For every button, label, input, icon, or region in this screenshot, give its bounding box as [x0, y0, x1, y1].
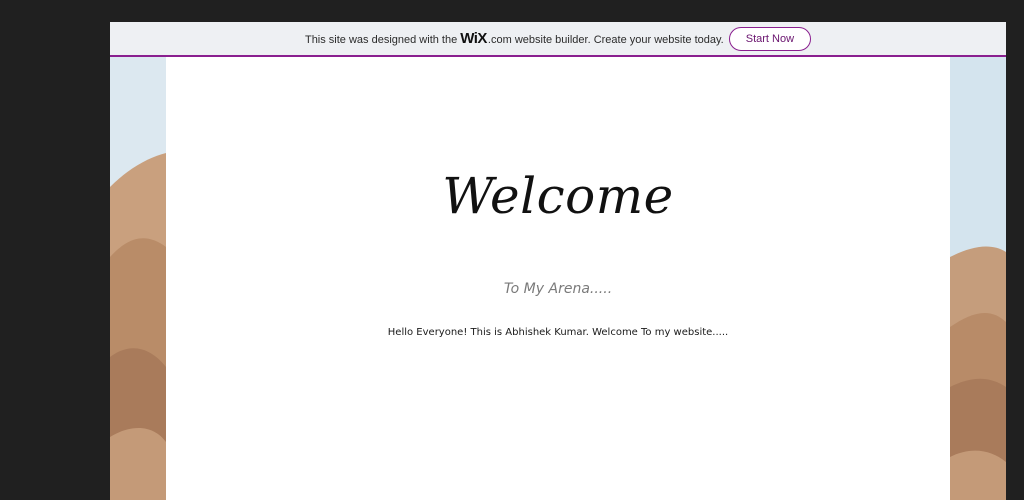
background-right-dunes: [950, 57, 1006, 500]
banner-text-before: This site was designed with the: [304, 34, 458, 46]
dune-image-left: [110, 57, 166, 500]
background-left-dunes: [110, 57, 166, 500]
banner-text-after: .com website builder. Create your websit…: [487, 34, 724, 46]
page-subtitle: To My Arena.....: [503, 281, 613, 297]
page-title: Welcome: [442, 167, 674, 225]
site-viewport: This site was designed with the WiX .com…: [110, 22, 1006, 500]
intro-paragraph: Hello Everyone! This is Abhishek Kumar. …: [387, 327, 729, 338]
banner-message: This site was designed with the WiX .com…: [305, 30, 724, 47]
dune-image-right: [950, 57, 1006, 500]
wix-ad-banner: This site was designed with the WiX .com…: [110, 22, 1006, 57]
start-now-button[interactable]: Start Now: [728, 26, 812, 51]
wix-logo: WiX: [460, 30, 487, 47]
content-panel: Welcome To My Arena..... Hello Everyone!…: [166, 57, 950, 500]
